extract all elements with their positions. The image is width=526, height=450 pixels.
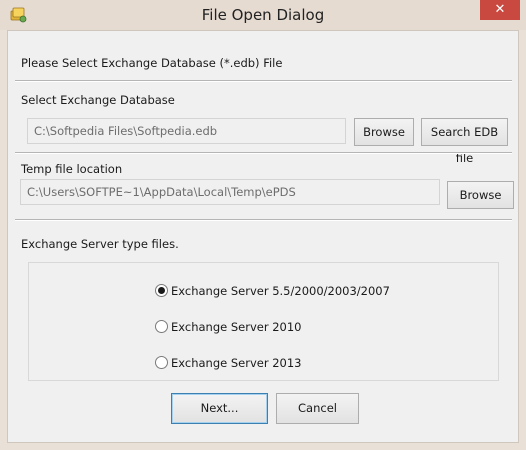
radio-exchange-2010[interactable]: Exchange Server 2010 bbox=[155, 320, 301, 334]
file-open-dialog-window: File Open Dialog ✕ Please Select Exchang… bbox=[0, 0, 526, 450]
dialog-body: Please Select Exchange Database (*.edb) … bbox=[7, 30, 519, 443]
close-icon: ✕ bbox=[494, 2, 506, 17]
server-type-label: Exchange Server type files. bbox=[21, 237, 179, 251]
separator bbox=[15, 152, 512, 154]
instruction-text: Please Select Exchange Database (*.edb) … bbox=[21, 56, 283, 70]
browse-temp-button[interactable]: Browse bbox=[447, 181, 514, 209]
select-database-label: Select Exchange Database bbox=[21, 93, 175, 107]
radio-unselected-icon[interactable] bbox=[155, 356, 168, 369]
temp-path-field[interactable]: C:\Users\SOFTPE~1\AppData\Local\Temp\ePD… bbox=[20, 179, 440, 205]
server-type-group: Exchange Server 5.5/2000/2003/2007 Excha… bbox=[28, 262, 499, 381]
next-button[interactable]: Next... bbox=[171, 393, 268, 424]
browse-database-button[interactable]: Browse bbox=[354, 118, 414, 146]
radio-label: Exchange Server 2010 bbox=[171, 320, 302, 334]
radio-selected-icon[interactable] bbox=[155, 284, 168, 297]
title-bar[interactable]: File Open Dialog ✕ bbox=[0, 0, 526, 30]
radio-exchange-2007[interactable]: Exchange Server 5.5/2000/2003/2007 bbox=[155, 284, 390, 298]
separator bbox=[15, 80, 512, 82]
cancel-button[interactable]: Cancel bbox=[276, 393, 359, 424]
close-button[interactable]: ✕ bbox=[480, 0, 520, 20]
temp-location-label: Temp file location bbox=[21, 162, 123, 176]
radio-exchange-2013[interactable]: Exchange Server 2013 bbox=[155, 356, 301, 370]
separator bbox=[15, 219, 512, 221]
radio-unselected-icon[interactable] bbox=[155, 320, 168, 333]
window-title: File Open Dialog bbox=[201, 6, 325, 24]
radio-label: Exchange Server 2013 bbox=[171, 356, 302, 370]
search-edb-button[interactable]: Search EDB file bbox=[421, 118, 508, 165]
radio-label: Exchange Server 5.5/2000/2003/2007 bbox=[171, 284, 390, 298]
database-path-field[interactable]: C:\Softpedia Files\Softpedia.edb bbox=[27, 118, 346, 144]
